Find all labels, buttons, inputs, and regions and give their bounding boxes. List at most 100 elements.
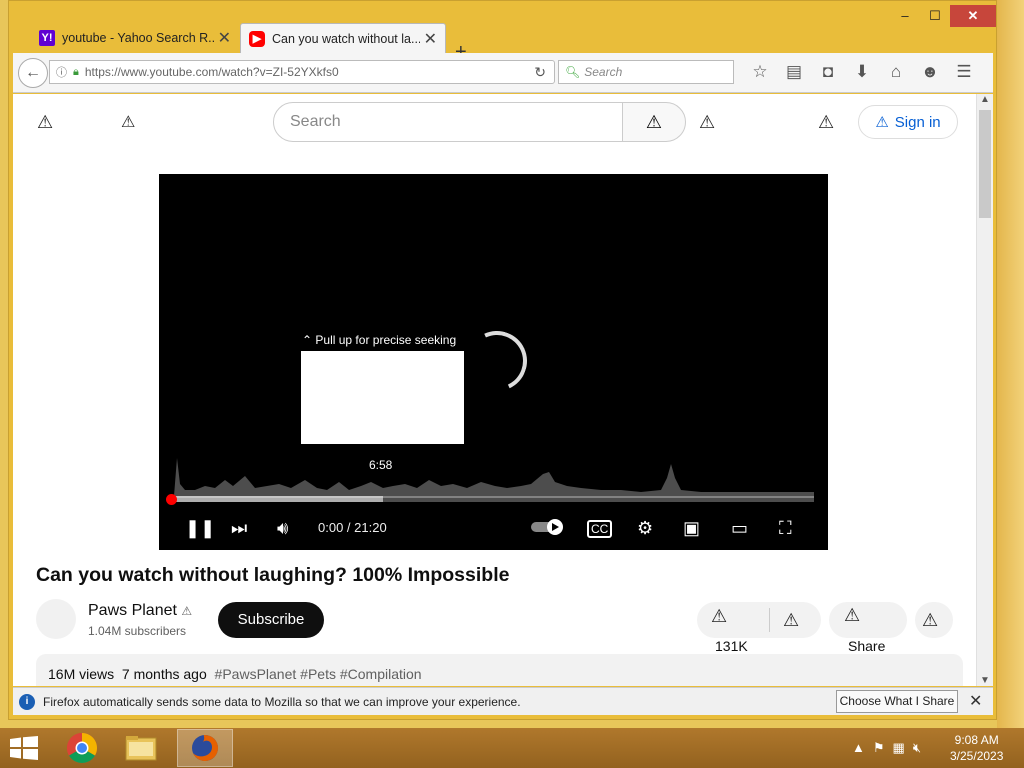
- scrubber-handle[interactable]: [166, 494, 177, 505]
- double-chevron-up-icon: ⌃: [302, 333, 313, 347]
- volume-button[interactable]: 🔊︎: [277, 518, 288, 539]
- bookmark-star-icon[interactable]: ☆: [743, 61, 777, 83]
- channel-avatar[interactable]: [36, 599, 76, 639]
- youtube-search-placeholder: Search: [290, 113, 341, 130]
- folder-icon: [125, 736, 157, 761]
- tab-yahoo-search[interactable]: Y! youtube - Yahoo Search R... ✕: [31, 23, 239, 53]
- channel-name[interactable]: Paws Planet ⚠: [88, 602, 192, 620]
- most-replayed-heatmap: [171, 458, 814, 498]
- seek-preview-thumbnail: [301, 351, 464, 444]
- maximize-button[interactable]: ☐: [920, 5, 950, 27]
- share-label: Share: [848, 638, 886, 654]
- hashtags[interactable]: #PawsPlanet #Pets #Compilation: [215, 666, 422, 682]
- chrome-taskbar-icon[interactable]: [54, 729, 110, 767]
- minimize-button[interactable]: –: [890, 5, 920, 27]
- like-button[interactable]: ⚠: [711, 606, 727, 627]
- chrome-icon: [66, 733, 98, 764]
- channel-name-text: Paws Planet: [88, 602, 177, 619]
- choose-what-i-share-button[interactable]: Choose What I Share: [836, 690, 958, 713]
- loading-spinner: [458, 322, 536, 400]
- clock-time: 9:08 AM: [954, 733, 999, 747]
- pocket-icon[interactable]: ◘: [811, 61, 845, 83]
- settings-gear-icon[interactable]: ⚙: [637, 518, 653, 539]
- next-video-button[interactable]: ⏭: [231, 518, 247, 539]
- scrollbar-thumb[interactable]: [979, 110, 991, 218]
- file-explorer-taskbar-icon[interactable]: [113, 729, 169, 767]
- youtube-search-button[interactable]: ⚠: [622, 102, 686, 142]
- close-tab-icon[interactable]: ✕: [218, 28, 231, 48]
- more-actions-button[interactable]: ⚠: [922, 610, 938, 631]
- divider: [769, 608, 770, 632]
- action-center-flag-icon[interactable]: ⚑: [873, 740, 885, 756]
- search-engine-icon[interactable]: 🔍︎: [565, 65, 580, 79]
- miniplayer-button[interactable]: ▣: [683, 518, 700, 539]
- tab-title: youtube - Yahoo Search R...: [62, 31, 214, 45]
- theater-mode-button[interactable]: ▭: [731, 518, 748, 539]
- captions-button[interactable]: CC: [587, 520, 613, 538]
- upload-age: 7 months ago: [121, 666, 207, 682]
- verified-badge-icon: ⚠: [181, 604, 193, 618]
- toolbar-icons: ☆ ▤ ◘ ⬇ ⌂ ☻ ☰: [743, 61, 981, 83]
- settings-icon[interactable]: ⚠: [818, 112, 834, 133]
- yahoo-icon: Y!: [39, 30, 55, 46]
- desktop-background: [997, 0, 1024, 728]
- youtube-page: ⚠ ⚠ Search ⚠ ⚠ ⚠ ⚠ Sign in ⌃ Pull up for…: [13, 94, 976, 686]
- progress-bar[interactable]: [171, 496, 814, 502]
- close-window-button[interactable]: ✕: [950, 5, 996, 27]
- guide-menu-icon[interactable]: ⚠: [37, 112, 53, 133]
- pause-button[interactable]: ❚❚: [185, 518, 215, 539]
- home-icon[interactable]: ⌂: [879, 61, 913, 83]
- menu-icon[interactable]: ☰: [947, 61, 981, 83]
- share-button[interactable]: ⚠: [844, 605, 860, 626]
- fullscreen-button[interactable]: ⛶: [779, 518, 792, 539]
- url-bar[interactable]: ⓘ 🔒︎ https://www.youtube.com/watch?v=ZI-…: [49, 60, 555, 84]
- show-hidden-icons[interactable]: ▲: [852, 740, 865, 756]
- info-icon[interactable]: ⓘ: [56, 64, 67, 80]
- taskbar: ▲ ⚑ ▦ 🔇︎ 9:08 AM 3/25/2023: [0, 728, 1024, 768]
- lock-icon: 🔒︎: [73, 65, 79, 78]
- chat-icon[interactable]: ☻: [913, 61, 947, 83]
- firefox-icon: [192, 735, 218, 761]
- video-player[interactable]: ⌃ Pull up for precise seeking 6:58 ❚❚ ⏭ …: [159, 174, 828, 550]
- clock-date: 3/25/2023: [950, 749, 1004, 763]
- firefox-window: Y! youtube - Yahoo Search R... ✕ ▶ Can y…: [8, 0, 997, 720]
- autoplay-toggle-icon: [531, 519, 563, 535]
- youtube-search-input[interactable]: Search: [273, 102, 623, 142]
- tab-youtube-video[interactable]: ▶ Can you watch without la... ✕: [240, 23, 446, 53]
- autoplay-toggle[interactable]: [531, 518, 565, 541]
- url-text: https://www.youtube.com/watch?v=ZI-52YXk…: [84, 65, 339, 79]
- page-scrollbar[interactable]: ▲ ▼: [976, 94, 993, 686]
- window-controls: – ☐ ✕: [890, 5, 996, 27]
- scroll-up-icon[interactable]: ▲: [977, 94, 993, 105]
- notification-bar: i Firefox automatically sends some data …: [13, 687, 993, 715]
- back-button[interactable]: ←: [18, 58, 48, 88]
- sign-in-button[interactable]: ⚠ Sign in: [858, 105, 958, 139]
- buffered-bar: [171, 496, 384, 502]
- youtube-logo-icon[interactable]: ⚠: [121, 112, 135, 132]
- time-display: 0:00 / 21:20: [318, 520, 387, 535]
- volume-muted-icon[interactable]: 🔇︎: [913, 740, 921, 756]
- reload-icon[interactable]: ↻: [534, 64, 546, 81]
- reading-list-icon[interactable]: ▤: [777, 61, 811, 83]
- close-notification-icon[interactable]: ✕: [969, 691, 982, 711]
- scroll-down-icon[interactable]: ▼: [977, 675, 993, 686]
- close-tab-icon[interactable]: ✕: [424, 29, 437, 49]
- view-count: 16M views: [48, 666, 115, 682]
- tab-strip: Y! youtube - Yahoo Search R... ✕ ▶ Can y…: [9, 19, 996, 63]
- account-icon: ⚠: [875, 114, 889, 131]
- dislike-button[interactable]: ⚠: [783, 610, 799, 631]
- description-box[interactable]: 16M views 7 months ago #PawsPlanet #Pets…: [36, 654, 963, 686]
- browser-search-field[interactable]: 🔍︎ Search: [558, 60, 734, 84]
- subscribe-button[interactable]: Subscribe: [218, 602, 324, 638]
- firefox-taskbar-icon[interactable]: [177, 729, 233, 767]
- navigation-toolbar: ← ⓘ 🔒︎ https://www.youtube.com/watch?v=Z…: [13, 53, 993, 93]
- system-clock[interactable]: 9:08 AM 3/25/2023: [950, 732, 1003, 764]
- video-title: Can you watch without laughing? 100% Imp…: [36, 564, 510, 586]
- voice-search-icon[interactable]: ⚠: [699, 112, 715, 133]
- share-pill: [829, 602, 907, 638]
- downloads-icon[interactable]: ⬇: [845, 61, 879, 83]
- youtube-icon: ▶: [249, 30, 265, 47]
- network-icon[interactable]: ▦: [893, 740, 905, 756]
- windows-start-icon[interactable]: [10, 736, 38, 760]
- like-count: 131K: [715, 638, 748, 654]
